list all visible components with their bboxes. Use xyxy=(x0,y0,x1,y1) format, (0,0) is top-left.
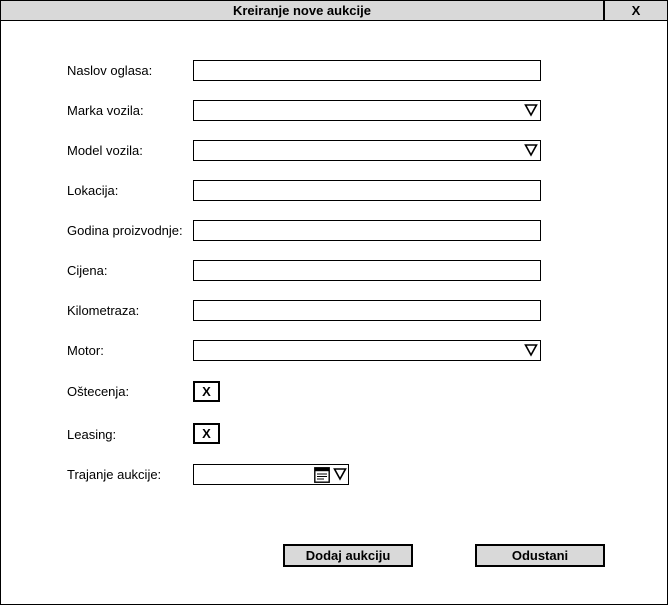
leasing-checkbox[interactable]: X xyxy=(193,423,220,444)
dialog-title: Kreiranje nove aukcije xyxy=(232,3,371,18)
chevron-down-icon[interactable] xyxy=(524,103,538,117)
naslov-oglasa-input[interactable] xyxy=(194,61,540,80)
chevron-down-icon[interactable] xyxy=(524,343,538,357)
lokacija-label: Lokacija: xyxy=(67,183,119,198)
kilometraza-field[interactable] xyxy=(193,300,541,321)
model-vozila-label: Model vozila: xyxy=(67,143,143,158)
dodaj-aukciju-button[interactable]: Dodaj aukciju xyxy=(283,544,413,567)
chevron-down-icon[interactable] xyxy=(333,467,347,481)
calendar-icon[interactable] xyxy=(314,467,330,483)
marka-vozila-label: Marka vozila: xyxy=(67,103,144,118)
godina-proizvodnje-input[interactable] xyxy=(194,221,540,240)
cijena-label: Cijena: xyxy=(67,263,108,278)
motor-label: Motor: xyxy=(67,343,104,358)
title-bar: Kreiranje nove aukcije X xyxy=(1,1,667,21)
motor-select[interactable] xyxy=(193,340,541,361)
kilometraza-label: Kilometraza: xyxy=(67,303,140,318)
ostecenja-label: Oštecenja: xyxy=(67,384,130,399)
ostecenja-checkbox[interactable]: X xyxy=(193,381,220,402)
cijena-input[interactable] xyxy=(194,261,540,280)
lokacija-input[interactable] xyxy=(194,181,540,200)
close-button[interactable]: X xyxy=(603,1,667,20)
model-vozila-select[interactable] xyxy=(193,140,541,161)
trajanje-aukcije-label: Trajanje aukcije: xyxy=(67,467,162,482)
godina-proizvodnje-label: Godina proizvodnje: xyxy=(67,223,183,238)
kilometraza-input[interactable] xyxy=(194,301,540,320)
odustani-button[interactable]: Odustani xyxy=(475,544,605,567)
create-auction-dialog: Kreiranje nove aukcije X Naslov oglasa: … xyxy=(0,0,668,605)
cijena-field[interactable] xyxy=(193,260,541,281)
lokacija-field[interactable] xyxy=(193,180,541,201)
naslov-oglasa-label: Naslov oglasa: xyxy=(67,63,153,78)
marka-vozila-select[interactable] xyxy=(193,100,541,121)
godina-proizvodnje-field[interactable] xyxy=(193,220,541,241)
trajanje-aukcije-datepicker[interactable] xyxy=(193,464,349,485)
leasing-label: Leasing: xyxy=(67,427,117,442)
chevron-down-icon[interactable] xyxy=(524,143,538,157)
naslov-oglasa-field[interactable] xyxy=(193,60,541,81)
